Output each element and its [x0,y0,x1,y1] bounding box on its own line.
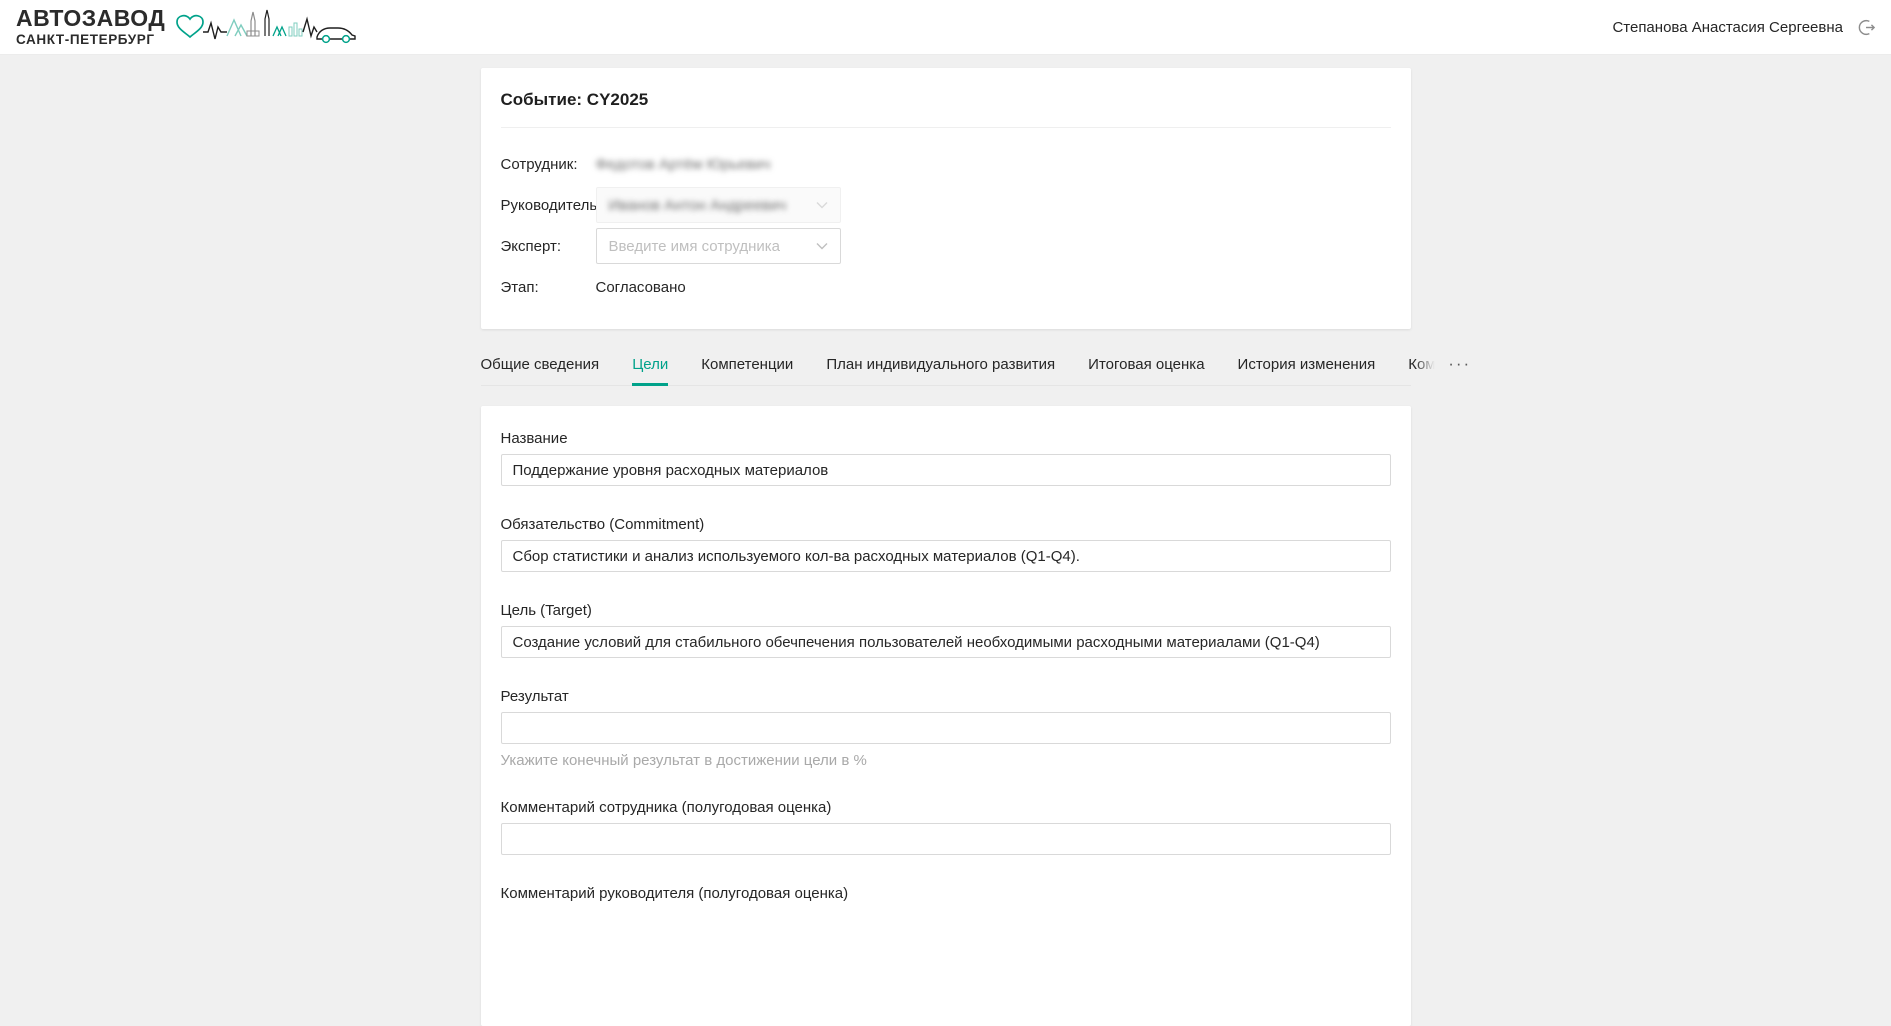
chevron-down-icon [816,201,828,209]
target-input[interactable] [501,626,1391,658]
result-hint: Укажите конечный результат в достижении … [501,752,1391,769]
brand-subtitle: САНКТ-ПЕТЕРБУРГ [16,33,165,47]
target-label: Цель (Target) [501,602,1391,619]
result-group: Результат Укажите конечный результат в д… [501,688,1391,769]
employee-label: Сотрудник: [501,156,596,173]
tabs-bar: Общие сведения Цели Компетенции План инд… [481,343,1411,386]
tab-competencies[interactable]: Компетенции [701,343,793,385]
commitment-label: Обязательство (Commitment) [501,516,1391,533]
manager-select-value: Иванов Антон Андреевич [609,197,787,214]
employee-comment-input[interactable] [501,823,1391,855]
brand-logo: АВТОЗАВОД САНКТ-ПЕТЕРБУРГ [16,5,358,49]
employee-comment-group: Комментарий сотрудника (полугодовая оцен… [501,799,1391,855]
brand-text: АВТОЗАВОД САНКТ-ПЕТЕРБУРГ [16,7,165,47]
manager-row: Руководитель: Иванов Антон Андреевич [501,187,1391,223]
event-title: Событие: CY2025 [501,90,1391,110]
goal-name-input[interactable] [501,454,1391,486]
commitment-group: Обязательство (Commitment) [501,516,1391,572]
stage-label: Этап: [501,279,596,296]
goal-name-group: Название [501,430,1391,486]
tabs-more-button[interactable]: ··· [1446,345,1473,384]
manager-comment-label: Комментарий руководителя (полугодовая оц… [501,885,1391,902]
tab-goals[interactable]: Цели [632,343,668,385]
expert-select-placeholder: Введите имя сотрудника [609,238,781,255]
result-label: Результат [501,688,1391,705]
user-box: Степанова Анастасия Сергеевна [1612,16,1877,38]
divider [501,127,1391,128]
employee-comment-label: Комментарий сотрудника (полугодовая оцен… [501,799,1391,816]
manager-select: Иванов Антон Андреевич [596,187,841,223]
tab-comments-clipped[interactable]: Комментарии [1408,343,1436,385]
stage-row: Этап: Согласовано [501,269,1391,305]
event-card: Событие: CY2025 Сотрудник: Федотов Артём… [481,68,1411,329]
tab-general-info[interactable]: Общие сведения [481,343,600,385]
employee-value: Федотов Артём Юрьевич [596,156,771,173]
tab-final-assessment[interactable]: Итоговая оценка [1088,343,1204,385]
expert-select[interactable]: Введите имя сотрудника [596,228,841,264]
result-input[interactable] [501,712,1391,744]
goal-name-label: Название [501,430,1391,447]
tab-change-history[interactable]: История изменения [1238,343,1376,385]
top-bar: АВТОЗАВОД САНКТ-ПЕТЕРБУРГ [0,0,1891,55]
tab-individual-development-plan[interactable]: План индивидуального развития [826,343,1055,385]
employee-row: Сотрудник: Федотов Артём Юрьевич [501,146,1391,182]
target-group: Цель (Target) [501,602,1391,658]
logout-icon[interactable] [1855,16,1877,38]
manager-comment-group: Комментарий руководителя (полугодовая оц… [501,885,1391,902]
expert-row: Эксперт: Введите имя сотрудника [501,228,1391,264]
brand-title: АВТОЗАВОД [16,7,165,30]
manager-label: Руководитель: [501,197,596,214]
stage-value: Согласовано [596,279,686,296]
expert-label: Эксперт: [501,238,596,255]
city-skyline-heart-car-icon [173,5,358,49]
commitment-input[interactable] [501,540,1391,572]
user-name: Степанова Анастасия Сергеевна [1612,19,1843,36]
chevron-down-icon [816,242,828,250]
goal-form-card: Название Обязательство (Commitment) Цель… [481,406,1411,1026]
